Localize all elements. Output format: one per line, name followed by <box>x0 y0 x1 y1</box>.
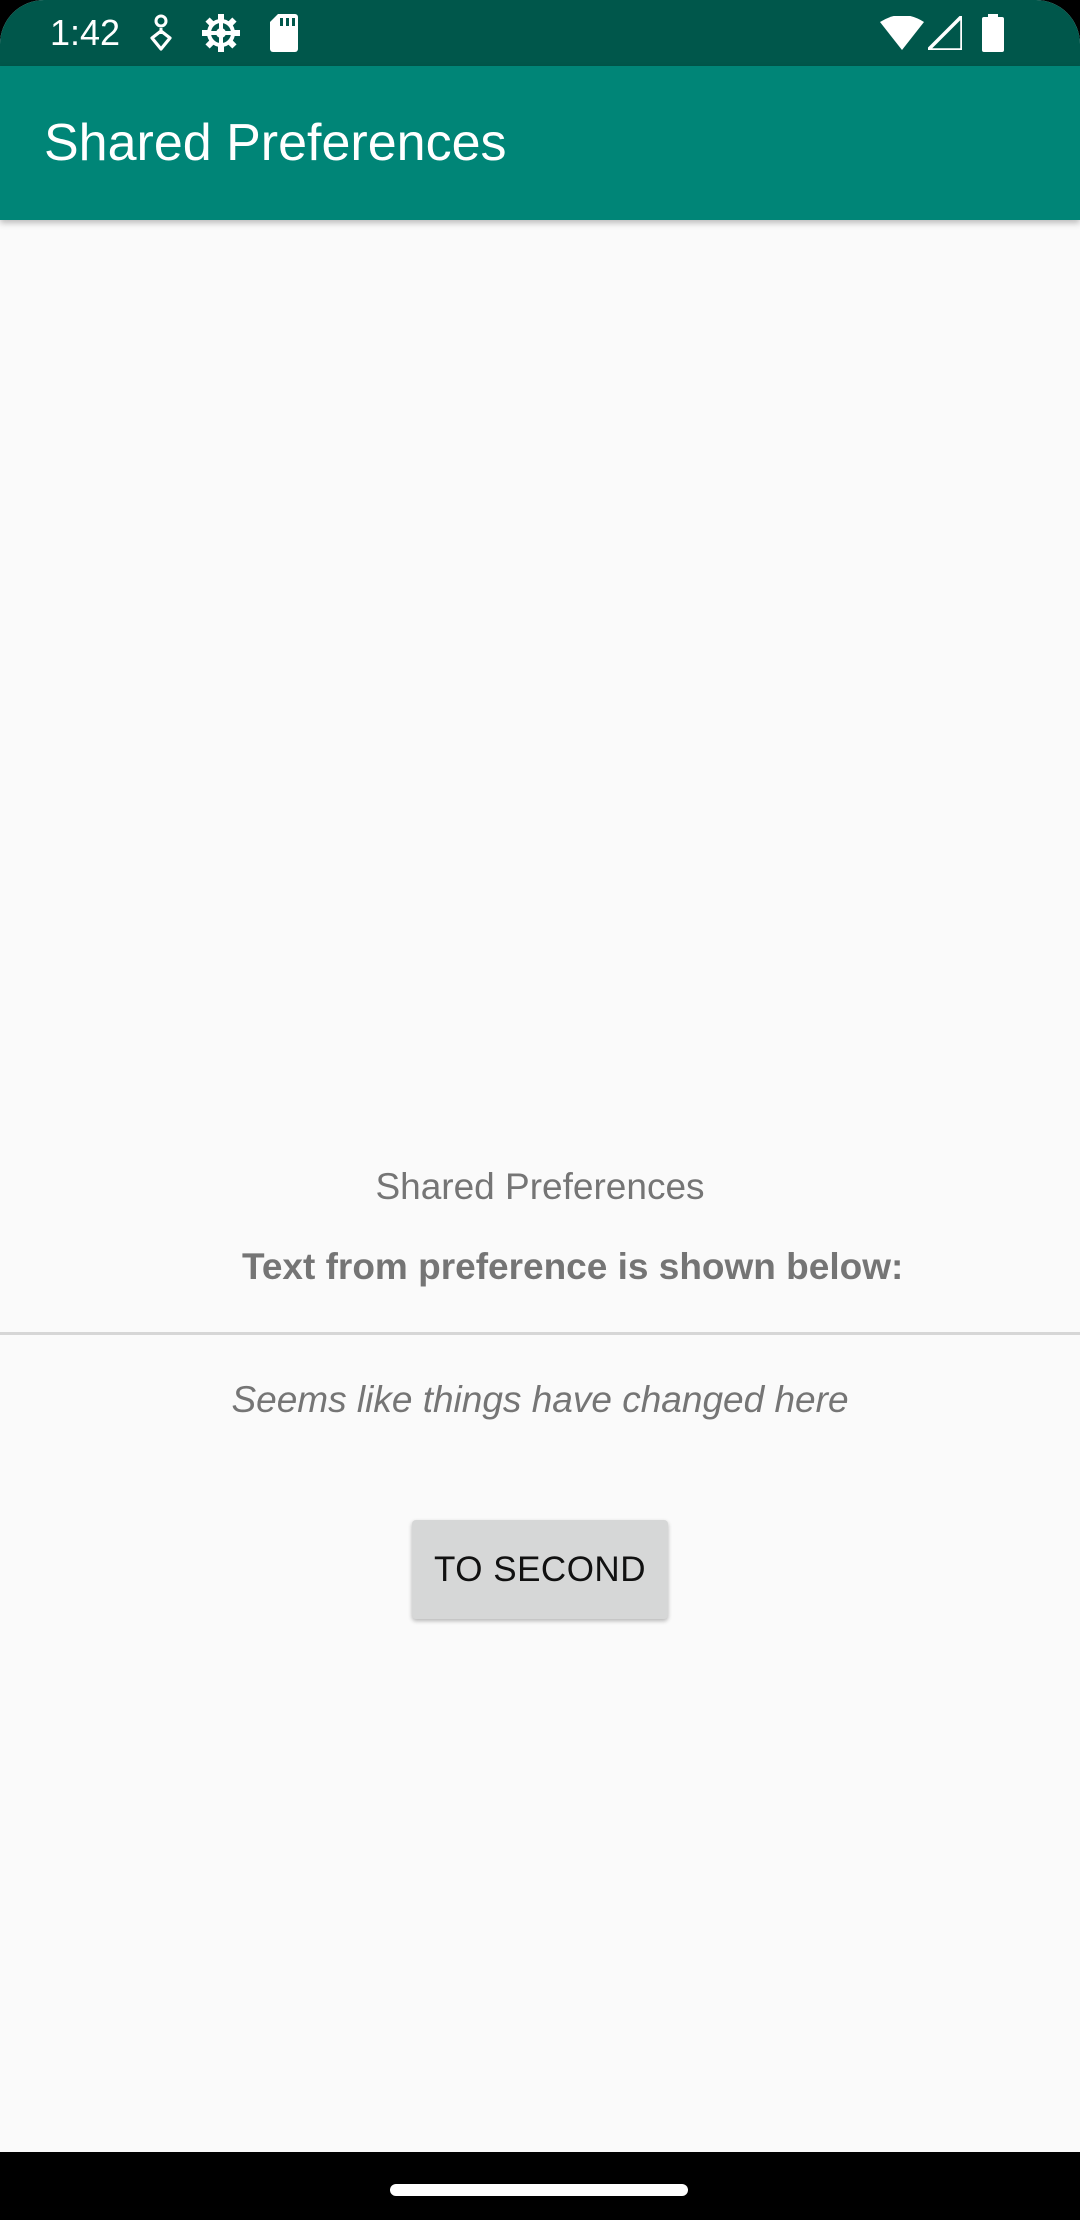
status-bar: 1:42 <box>0 0 1080 66</box>
location-icon <box>150 14 172 51</box>
sd-card-icon <box>270 14 298 52</box>
status-time: 1:42 <box>50 12 121 53</box>
app-screen: 1:42 Shared Preferences Shared Preferenc… <box>0 0 1080 2220</box>
settings-gear-icon <box>202 14 240 52</box>
page-heading: Shared Preferences <box>375 1166 705 1207</box>
home-indicator[interactable] <box>390 2184 688 2196</box>
wifi-icon <box>880 16 924 50</box>
app-title: Shared Preferences <box>44 114 507 172</box>
preference-value: Seems like things have changed here <box>231 1379 849 1420</box>
to-second-button[interactable]: TO SECOND <box>412 1520 668 1619</box>
app-bar: Shared Preferences <box>0 66 1080 220</box>
main-content: Shared Preferences Text from preference … <box>0 220 1080 2152</box>
cell-signal-icon <box>928 16 962 50</box>
battery-icon <box>982 14 1004 52</box>
navigation-bar <box>0 2152 1080 2220</box>
divider <box>0 1332 1080 1335</box>
preference-label: Text from preference is shown below: <box>242 1246 904 1287</box>
